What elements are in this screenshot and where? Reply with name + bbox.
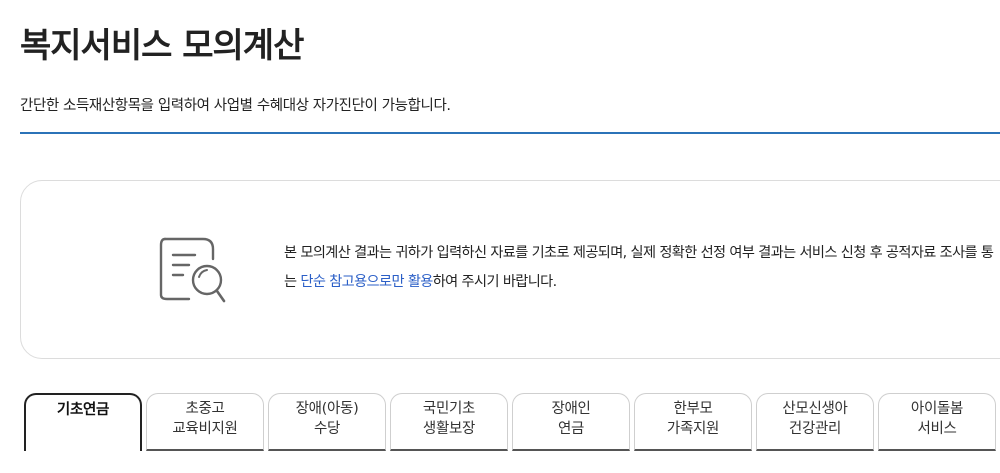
tab-child-care-service[interactable]: 아이돌봄 서비스	[878, 393, 996, 451]
tab-maternal-newborn-care[interactable]: 산모신생아 건강관리	[756, 393, 874, 451]
tab-label-sub: 가족지원	[666, 421, 720, 437]
tab-label-sub: 연금	[557, 421, 585, 437]
tab-school-education-support[interactable]: 초중고 교육비지원	[146, 393, 264, 451]
tab-label: 장애(아동)	[295, 401, 359, 417]
notice-line-2-suffix: 하여 주시기 바랍니다.	[432, 274, 557, 290]
tab-single-parent-support[interactable]: 한부모 가족지원	[634, 393, 752, 451]
tab-label-sub: 건강관리	[788, 421, 842, 437]
tab-label: 산모신생아	[782, 401, 848, 417]
tab-label-sub: 교육비지원	[172, 421, 238, 437]
tab-label: 기초연금	[56, 402, 110, 418]
tab-label: 아이돌봄	[910, 401, 964, 417]
tab-disability-pension[interactable]: 장애인 연금	[512, 393, 630, 451]
tab-basic-pension[interactable]: 기초연금	[24, 393, 142, 451]
tab-label-sub: 서비스	[917, 421, 957, 437]
notice-line-2: 는 단순 참고용으로만 활용하여 주시기 바랍니다.	[284, 268, 1000, 297]
notice-text: 본 모의계산 결과는 귀하가 입력하신 자료를 기초로 제공되며, 실제 정확한…	[284, 239, 1000, 297]
page-description: 간단한 소득재산항목을 입력하여 사업별 수혜대상 자가진단이 가능합니다.	[20, 98, 451, 114]
tab-label-sub: 생활보장	[422, 421, 476, 437]
service-tabs: 기초연금 초중고 교육비지원 장애(아동) 수당 국민기초 생활보장 장애인 연…	[24, 393, 1000, 451]
tab-label: 국민기초	[422, 401, 476, 417]
notice-line-1: 본 모의계산 결과는 귀하가 입력하신 자료를 기초로 제공되며, 실제 정확한…	[284, 245, 994, 261]
title-divider	[20, 132, 1000, 134]
page: 복지서비스 모의계산 간단한 소득재산항목을 입력하여 사업별 수혜대상 자가진…	[0, 0, 1000, 473]
notice-box: 본 모의계산 결과는 귀하가 입력하신 자료를 기초로 제공되며, 실제 정확한…	[20, 180, 1000, 359]
document-search-icon	[159, 237, 226, 303]
tab-basic-livelihood[interactable]: 국민기초 생활보장	[390, 393, 508, 451]
tab-disability-child-allowance[interactable]: 장애(아동) 수당	[268, 393, 386, 451]
tab-label: 초중고	[185, 401, 225, 417]
notice-highlight: 단순 참고용으로만 활용	[300, 274, 433, 290]
tab-label: 한부모	[673, 401, 713, 417]
page-title: 복지서비스 모의계산	[20, 26, 304, 66]
tab-label-sub: 수당	[313, 421, 341, 437]
notice-line-2-prefix: 는	[284, 274, 301, 290]
tab-label: 장애인	[551, 401, 591, 417]
